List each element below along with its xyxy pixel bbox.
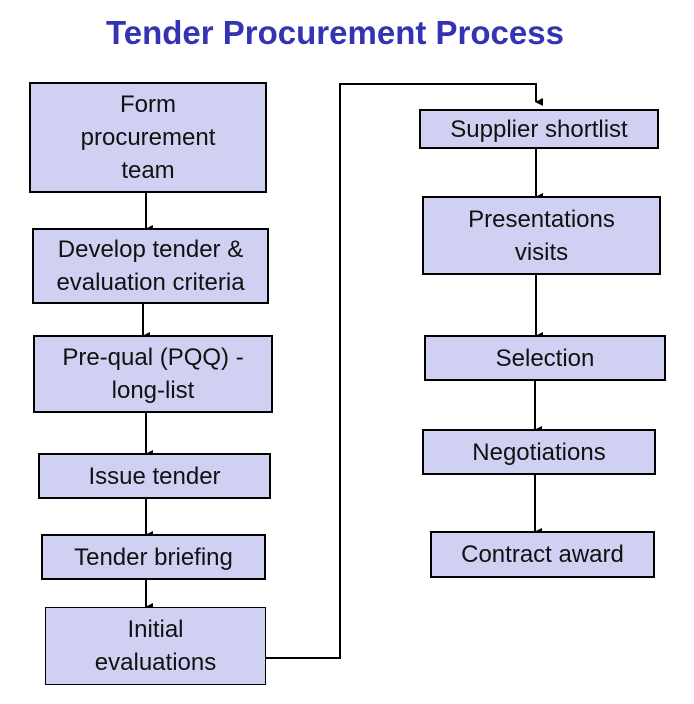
step-tender-briefing: Tender briefing (41, 534, 266, 580)
step-pre-qual: Pre-qual (PQQ) - long-list (33, 335, 273, 413)
step-initial-evaluations: Initial evaluations (45, 607, 266, 685)
step-supplier-shortlist: Supplier shortlist (419, 109, 659, 149)
step-form-procurement-team: Form procurement team (29, 82, 267, 193)
step-label: Supplier shortlist (450, 115, 628, 143)
step-contract-award: Contract award (430, 531, 655, 578)
step-label: Presentations visits (468, 205, 615, 266)
step-label: Tender briefing (74, 543, 233, 571)
step-develop-tender: Develop tender & evaluation criteria (32, 228, 269, 304)
step-issue-tender: Issue tender (38, 453, 271, 499)
step-presentations-visits: Presentations visits (422, 196, 661, 275)
step-label: Selection (495, 344, 595, 372)
step-label: Pre-qual (PQQ) - long-list (62, 344, 244, 404)
step-label: Develop tender & evaluation criteria (56, 236, 245, 296)
step-selection: Selection (424, 335, 666, 381)
step-label: Issue tender (88, 462, 221, 490)
step-label: Negotiations (472, 438, 606, 466)
step-label: Initial evaluations (94, 616, 217, 676)
step-label: Form procurement team (80, 91, 216, 184)
step-label: Contract award (461, 541, 624, 568)
step-negotiations: Negotiations (422, 429, 656, 475)
